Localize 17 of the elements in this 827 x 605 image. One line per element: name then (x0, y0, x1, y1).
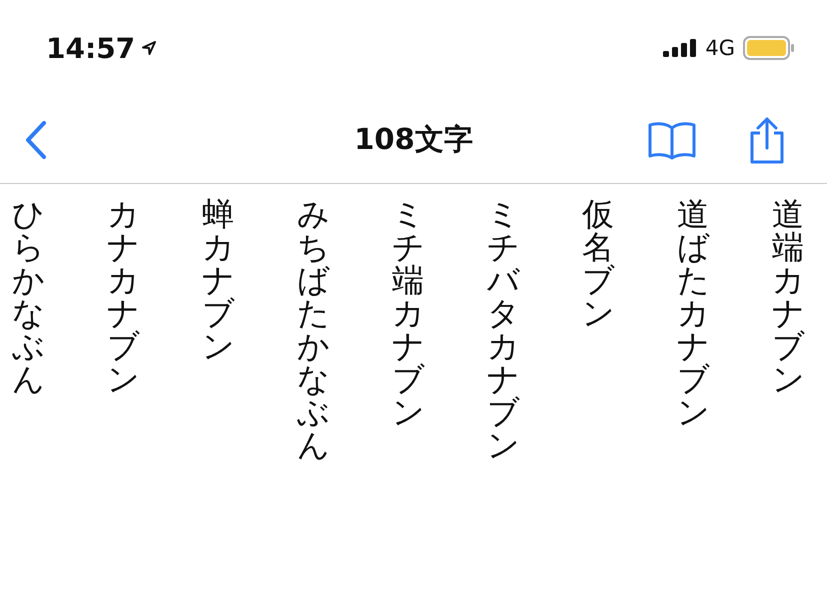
vertical-text: カナカナブン (107, 198, 139, 400)
vertical-text: 仮名ブン (582, 198, 614, 334)
page-title: 108文字 (354, 120, 473, 158)
network-label: 4G (705, 36, 735, 60)
vertical-text: 道端カナブン (772, 198, 804, 400)
signal-icon (663, 39, 698, 57)
book-icon[interactable] (647, 120, 697, 160)
vertical-text: ミチ端カナブン (392, 198, 424, 433)
vertical-text: ひらかなぶん (12, 198, 44, 400)
back-button[interactable] (24, 120, 48, 160)
vertical-text: ミチバタカナブン (487, 198, 519, 462)
vertical-text: 道ばたカナブン (677, 198, 709, 433)
vertical-text: 蝉カナブン (202, 198, 234, 367)
vertical-text: みちばたかなぶん (297, 198, 329, 462)
status-time: 14:57 (46, 32, 136, 64)
battery-icon (743, 36, 795, 60)
location-arrow-icon (141, 40, 158, 56)
